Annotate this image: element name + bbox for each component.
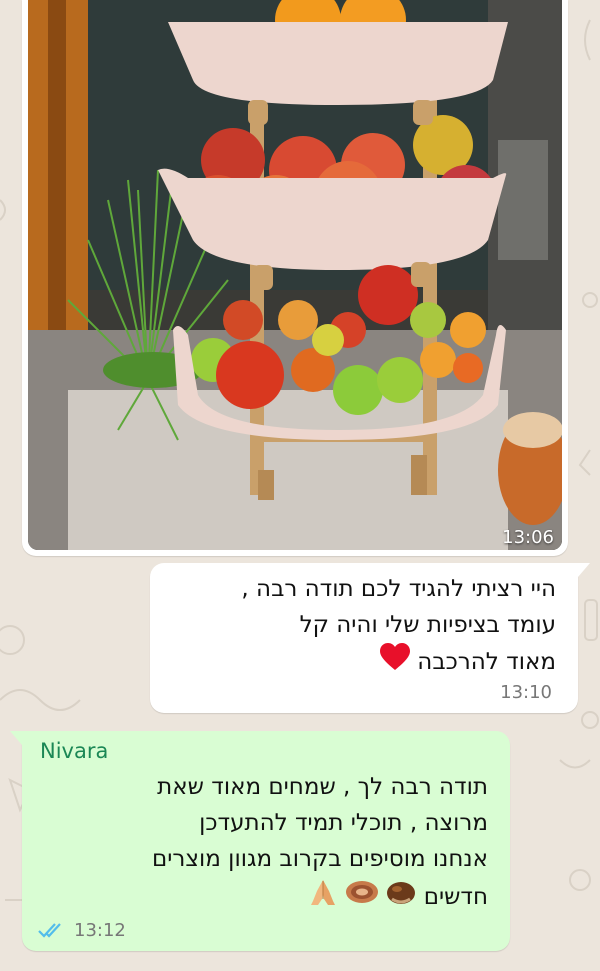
fruit-bowl-photo[interactable] <box>28 0 562 550</box>
message-line-text: מאוד להרכבה <box>417 649 556 675</box>
message-line: מאוד להרכבה <box>166 643 556 682</box>
message-line-text: חדשים <box>423 884 488 910</box>
sender-name[interactable]: Nivara <box>40 739 108 763</box>
bubble-tail <box>10 731 22 745</box>
incoming-timestamp: 13:10 <box>500 682 552 703</box>
outgoing-message-bubble[interactable]: Nivara תודה רבה לך , שמחים מאוד שאת מרוצ… <box>10 731 510 951</box>
image-timestamp: 13:06 <box>502 527 554 548</box>
message-line: עומד בציפיות שלי והיה קל <box>299 612 556 638</box>
message-line: תודה רבה לך , שמחים מאוד שאת <box>157 774 488 800</box>
read-double-check-icon <box>38 922 66 938</box>
image-message-bubble[interactable]: 13:06 <box>22 0 568 556</box>
message-line: מרוצה , תוכלי תמיד להתעדכן <box>199 810 488 836</box>
message-line: היי רציתי להגיד לכם תודה רבה , <box>241 576 556 602</box>
outgoing-message-text: תודה רבה לך , שמחים מאוד שאת מרוצה , תוכ… <box>28 769 488 918</box>
message-line: חדשים <box>28 877 488 918</box>
incoming-message-text: היי רציתי להגיד לכם תודה רבה , עומד בציפ… <box>166 571 556 682</box>
message-line: אנחנו מוסיפים בקרוב מגוון מוצרים <box>151 846 488 872</box>
incoming-message-bubble[interactable]: היי רציתי להגיד לכם תודה רבה , עומד בציפ… <box>150 563 590 713</box>
bubble-tail <box>578 563 590 577</box>
outgoing-timestamp: 13:12 <box>74 920 126 941</box>
red-heart-icon <box>379 643 410 682</box>
bread-icon <box>345 879 379 916</box>
chestnut-icon <box>386 879 416 916</box>
folded-hands-icon <box>308 877 338 918</box>
